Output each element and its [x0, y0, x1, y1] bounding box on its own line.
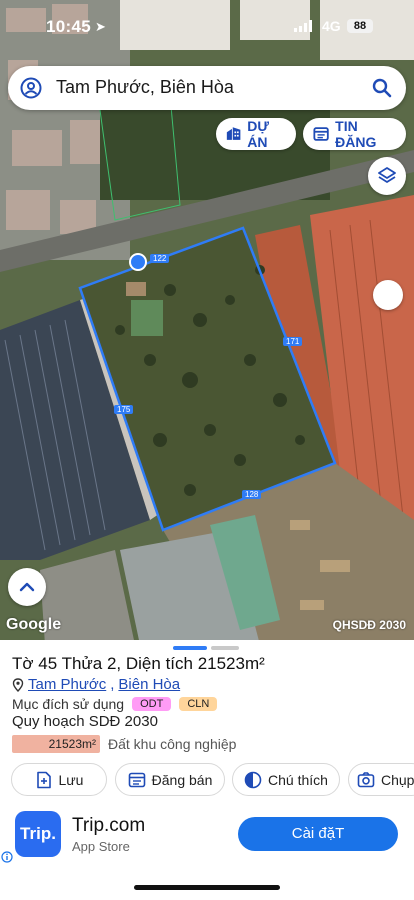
- save-label: Lưu: [58, 771, 84, 788]
- land-purpose-row: Mục đích sử dụng ODT CLN: [12, 696, 218, 712]
- edge-label-bottom: 128: [242, 490, 262, 499]
- camera-icon: [357, 771, 375, 787]
- signal-icon: [294, 20, 312, 32]
- layers-icon: [378, 167, 396, 183]
- map-pin-icon: [12, 677, 24, 692]
- plan-type-label: Đất khu công nghiệp: [108, 736, 237, 752]
- plan-area-chip: 21523m²: [12, 735, 100, 753]
- half-circle-icon: [244, 771, 262, 788]
- plan-title: Quy hoạch SDĐ 2030: [12, 713, 158, 730]
- chevron-up-icon: [19, 582, 35, 592]
- battery-icon: 88: [347, 19, 373, 33]
- ward-link[interactable]: Tam Phước: [28, 676, 106, 693]
- plan-row: 21523m² Đất khu công nghiệp: [12, 735, 236, 753]
- tin-dang-label: TIN ĐĂNG: [335, 118, 377, 150]
- tin-dang-button[interactable]: TIN ĐĂNG: [303, 118, 406, 150]
- ad-store-label: App Store: [72, 839, 130, 854]
- search-query[interactable]: Tam Phước, Biên Hòa: [56, 77, 234, 98]
- building-icon: [226, 127, 241, 140]
- expand-button[interactable]: [8, 568, 46, 606]
- ad-app-name[interactable]: Trip.com: [72, 815, 145, 837]
- sheet-page-indicator[interactable]: [211, 646, 239, 650]
- status-bar: 10:45 ➤ 4G 88: [0, 0, 414, 56]
- post-sale-button[interactable]: Đăng bán: [115, 763, 225, 796]
- listing-icon: [128, 772, 145, 787]
- listing-icon: [313, 127, 329, 141]
- post-sale-label: Đăng bán: [151, 771, 213, 788]
- sheet-page-indicator-active[interactable]: [173, 646, 207, 650]
- ad-banner[interactable]: Trip. Trip.com App Store Cài đặT: [0, 805, 414, 867]
- du-an-button[interactable]: DỰ ÁN: [216, 118, 296, 150]
- ad-info-icon[interactable]: [1, 851, 13, 863]
- save-button[interactable]: Lưu: [11, 763, 107, 796]
- capture-button[interactable]: Chụp: [348, 763, 414, 796]
- location-arrow-icon: ➤: [95, 19, 106, 34]
- legend-button[interactable]: Chú thích: [232, 763, 340, 796]
- bottom-safe-area: [0, 867, 414, 900]
- tag-odt: ODT: [132, 697, 172, 711]
- capture-label: Chụp: [381, 771, 414, 788]
- edge-label-right: 171: [283, 337, 303, 346]
- install-button[interactable]: Cài đặT: [238, 817, 398, 851]
- google-logo: Google: [6, 616, 62, 633]
- layers-button[interactable]: [368, 157, 406, 195]
- purpose-label: Mục đích sử dụng: [12, 696, 125, 712]
- legend-label: Chú thích: [268, 771, 328, 788]
- edge-label-top: 122: [150, 254, 170, 263]
- address-separator: ,: [110, 676, 115, 693]
- clock: 10:45: [46, 17, 91, 36]
- app-logo[interactable]: Trip.: [15, 811, 61, 857]
- tag-cln: CLN: [179, 697, 218, 711]
- search-icon[interactable]: [372, 78, 392, 98]
- opacity-slider-handle[interactable]: [373, 280, 403, 310]
- city-link[interactable]: Biên Hòa: [118, 676, 180, 693]
- home-indicator[interactable]: [134, 885, 280, 890]
- add-file-icon: [36, 771, 51, 788]
- network-type: 4G: [322, 18, 341, 34]
- address-row: Tam Phước, Biên Hòa: [12, 676, 180, 693]
- account-icon[interactable]: [20, 77, 42, 99]
- search-bar[interactable]: Tam Phước, Biên Hòa: [8, 66, 406, 110]
- parcel-info-sheet[interactable]: Tờ 45 Thửa 2, Diện tích 21523m² Tam Phướ…: [0, 640, 414, 800]
- action-bar: Lưu Đăng bán Chú thích Chụp: [0, 763, 414, 797]
- map-view[interactable]: 122 171 128 175 10:45 ➤ 4G 88 Tam Phước,…: [0, 0, 414, 645]
- layer-caption: QHSDĐ 2030: [332, 618, 406, 632]
- parcel-title: Tờ 45 Thửa 2, Diện tích 21523m²: [12, 654, 265, 673]
- du-an-label: DỰ ÁN: [247, 118, 269, 150]
- edge-label-left: 175: [114, 405, 134, 414]
